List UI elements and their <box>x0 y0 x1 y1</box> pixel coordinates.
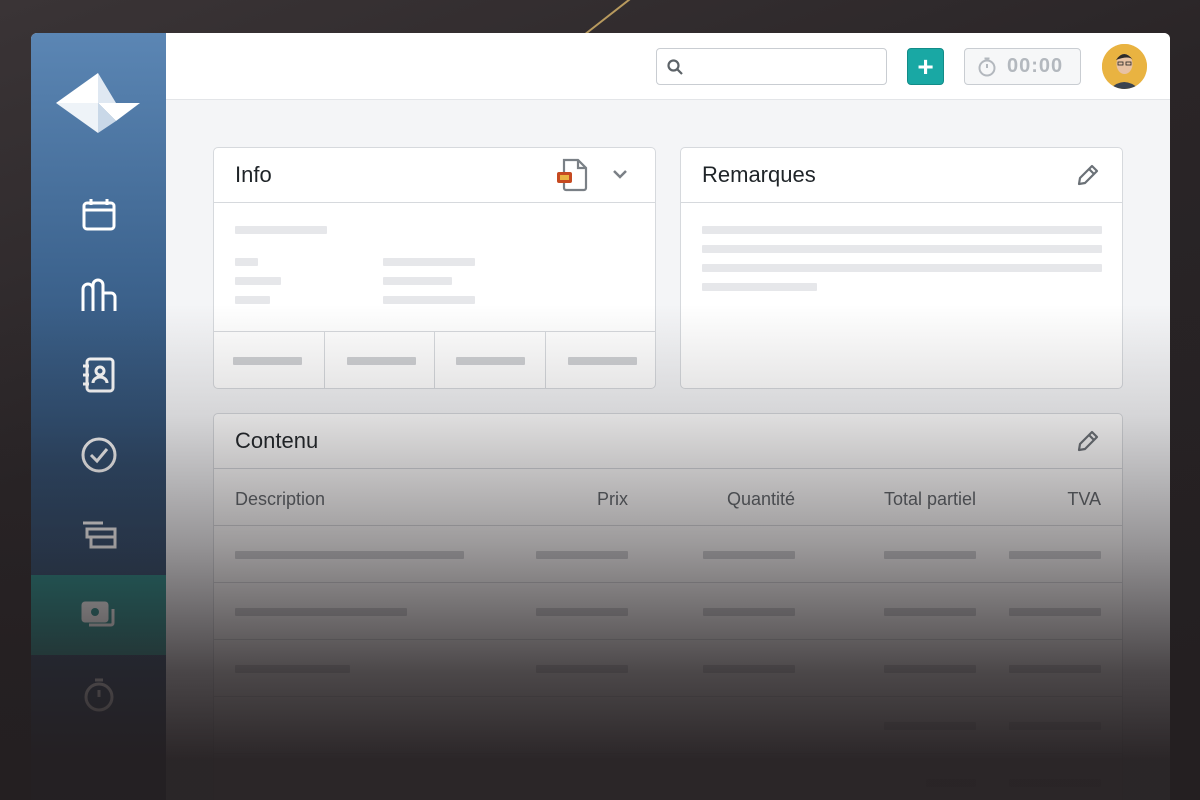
pdf-document-icon[interactable] <box>556 158 592 192</box>
contents-card: Contenu Description Prix Quantité Total … <box>213 413 1123 800</box>
info-footer-cell <box>214 332 325 388</box>
timer-value: 00:00 <box>1007 55 1064 77</box>
placeholder-line <box>702 283 817 291</box>
column-price: Prix <box>597 489 628 509</box>
remarks-card-header: Remarques <box>681 148 1122 203</box>
check-circle-icon <box>81 437 116 473</box>
placeholder-line <box>235 277 281 285</box>
placeholder-line <box>702 226 1102 234</box>
search-input[interactable] <box>656 48 887 85</box>
remarks-card: Remarques <box>680 147 1123 389</box>
avatar[interactable] <box>1102 44 1147 89</box>
user-photo <box>1102 44 1147 89</box>
search-icon <box>667 59 683 75</box>
timer-button[interactable]: 00:00 <box>964 48 1081 85</box>
info-footer-cell <box>546 332 656 388</box>
sidebar-item-invoices[interactable] <box>31 575 166 655</box>
info-title: Info <box>235 162 272 187</box>
app-window: + 00:00 Info Remarques Contenu Descripti… <box>31 33 1170 800</box>
contents-card-header: Contenu <box>214 414 1122 469</box>
topbar: + 00:00 <box>166 33 1170 100</box>
column-description: Description <box>235 489 326 509</box>
placeholder-line <box>235 258 258 266</box>
add-button[interactable]: + <box>907 48 944 85</box>
main-content: Info Remarques Contenu Description Prix … <box>166 100 1170 800</box>
stopwatch-icon <box>978 57 996 76</box>
info-card-header: Info <box>214 148 655 203</box>
sidebar-item-time[interactable] <box>31 655 166 735</box>
pencil-icon[interactable] <box>1074 429 1100 455</box>
chevron-down-icon[interactable] <box>612 167 628 181</box>
logo <box>56 73 140 133</box>
contacts-icon <box>82 357 114 393</box>
sidebar-item-contacts[interactable] <box>31 335 166 415</box>
info-card: Info <box>213 147 656 389</box>
table-header: Description Prix Quantité Total partiel … <box>214 470 1122 526</box>
column-quantity: Quantité <box>726 489 795 509</box>
column-subtotal: Total partiel <box>883 489 976 509</box>
stack-icon <box>82 521 116 549</box>
placeholder-line <box>235 296 270 304</box>
column-vat: TVA <box>1067 489 1101 509</box>
money-icon <box>81 601 114 627</box>
pencil-icon[interactable] <box>1074 163 1100 189</box>
info-footer-cell <box>435 332 546 388</box>
placeholder-line <box>383 277 452 285</box>
placeholder-line <box>926 779 976 787</box>
buildings-icon <box>81 278 116 311</box>
placeholder-line <box>1009 779 1101 787</box>
contents-title: Contenu <box>235 428 319 453</box>
info-footer-cell <box>325 332 435 388</box>
placeholder-line <box>702 264 1102 272</box>
sidebar-item-calendar[interactable] <box>31 175 166 255</box>
sidebar-item-tasks[interactable] <box>31 415 166 495</box>
sidebar-item-companies[interactable] <box>31 255 166 335</box>
table-row <box>214 526 1122 583</box>
info-footer <box>214 331 655 388</box>
stopwatch-icon <box>84 678 113 712</box>
placeholder-line <box>383 258 475 266</box>
placeholder-line <box>235 226 327 234</box>
remarks-title: Remarques <box>702 162 816 187</box>
table-row <box>214 640 1122 697</box>
sidebar <box>31 33 166 800</box>
placeholder-line <box>702 245 1102 253</box>
placeholder-line <box>383 296 475 304</box>
calendar-icon <box>82 199 115 231</box>
sidebar-item-projects[interactable] <box>31 495 166 575</box>
table-row <box>214 583 1122 640</box>
table-row <box>214 697 1122 754</box>
